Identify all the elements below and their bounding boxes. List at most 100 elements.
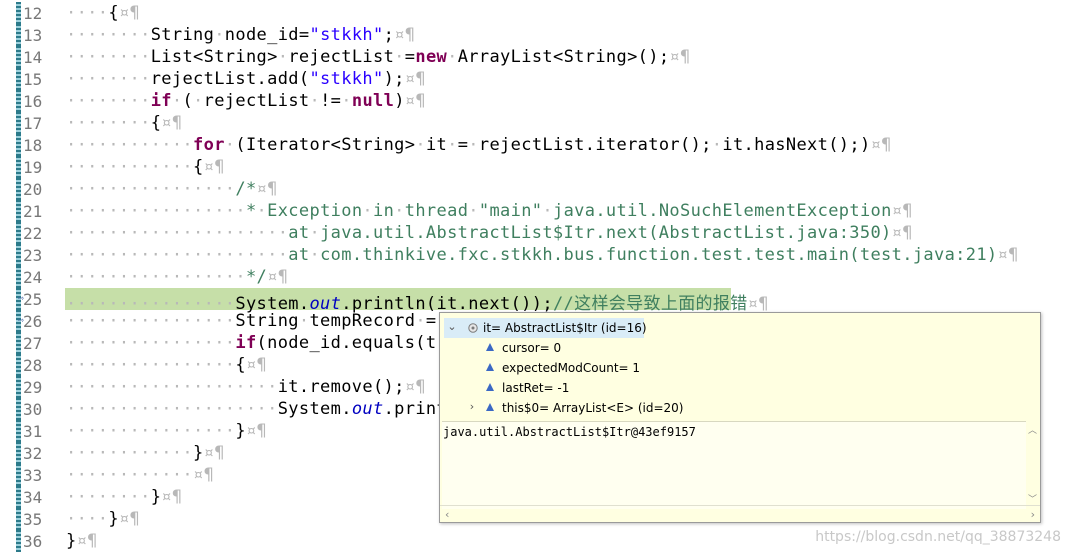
line-number: 21 [23,202,43,221]
line-number: 32 [23,444,43,463]
code-text[interactable]: ········{¤¶ [66,113,182,133]
code-text[interactable]: }¤¶ [66,531,98,551]
gutter-marker [16,244,21,266]
gutter-marker [16,156,21,178]
horizontal-scrollbar[interactable]: ‹ › [440,505,1040,522]
scroll-right-icon[interactable]: › [1031,508,1035,521]
variable-tree[interactable]: ⌄ it= AbstractList$Itr (id=16) cursor= 0… [440,313,1040,421]
line-number: 22 [23,224,43,243]
scroll-up-icon[interactable]: ︿ [1028,423,1037,436]
debug-hover-popup[interactable]: ⌄ it= AbstractList$Itr (id=16) cursor= 0… [439,312,1041,523]
code-text[interactable]: ················if(node_id.equals(t [66,333,436,353]
scroll-left-icon[interactable]: ‹ [445,508,449,521]
detail-pane[interactable]: java.util.AbstractList$Itr@43ef9157 [442,421,1026,509]
gutter-marker [16,508,21,530]
line-number: 14 [23,48,43,67]
line-number: 30 [23,400,43,419]
tree-field-label: cursor= 0 [502,341,562,355]
line-number: 33 [23,466,43,485]
scroll-down-icon[interactable]: ﹀ [1028,492,1037,505]
code-text[interactable]: ····{¤¶ [66,3,140,23]
gutter-marker [16,332,21,354]
line-number: 25 [23,290,43,309]
line-number: 15 [23,70,43,89]
gutter-marker [16,68,21,90]
code-line[interactable]: ⇨ 25 ················System.out.println(it… [0,288,1071,314]
code-text[interactable]: ········rejectList.add("stkkh");¤¶ [66,69,426,89]
tree-field-row[interactable]: › this$0= ArrayList<E> (id=20) [444,398,744,418]
field-triangle-icon [486,363,494,371]
tree-field-row[interactable]: lastRet= -1 [444,378,744,398]
code-text[interactable]: ············}¤¶ [66,443,225,463]
code-text[interactable]: ····················it.remove();¤¶ [66,377,426,397]
code-text[interactable]: ················/*¤¶ [66,179,278,199]
code-text[interactable]: ················String·tempRecord·= [66,311,437,331]
line-number: 16 [23,92,43,111]
line-number: 23 [23,246,43,265]
code-text[interactable]: ········if·(·rejectList·!=·null)¤¶ [66,91,426,111]
code-text[interactable]: ····}¤¶ [66,509,140,529]
gutter-marker [16,442,21,464]
line-number: 17 [23,114,43,133]
code-line[interactable]: 13 ········String·node_id="stkkh";¤¶ [0,24,1071,46]
field-triangle-icon [486,403,494,411]
code-text[interactable]: ·················*·Exception·in·thread·"… [66,201,913,221]
code-line[interactable]: 21 ·················*·Exception·in·thread… [0,200,1071,222]
code-text[interactable]: ········List<String>·rejectList·=new·Arr… [66,47,691,67]
code-text[interactable]: ············for·(Iterator<String>·it·=·r… [66,135,892,155]
line-number: 19 [23,158,43,177]
field-triangle-icon [486,383,494,391]
code-line[interactable]: 22 ·····················at·java.util.Abst… [0,222,1071,244]
line-number: 27 [23,334,43,353]
code-text[interactable]: ············{¤¶ [66,157,225,177]
chevron-down-icon[interactable]: ⌄ [446,321,458,333]
field-triangle-icon [486,343,494,351]
code-text[interactable]: ········String·node_id="stkkh";¤¶ [66,25,415,45]
code-line[interactable]: 20 ················/*¤¶ [0,178,1071,200]
gutter-marker [16,376,21,398]
gutter-marker [16,112,21,134]
tree-root-row[interactable]: ⌄ it= AbstractList$Itr (id=16) [444,318,647,338]
gutter-marker [16,354,21,376]
line-number: 26 [23,312,43,331]
code-text[interactable]: ·················*/¤¶ [66,267,288,287]
code-line[interactable]: 17 ········{¤¶ [0,112,1071,134]
gutter-marker [16,464,21,486]
gutter-marker [16,24,21,46]
detail-value: java.util.AbstractList$Itr@43ef9157 [443,425,696,439]
code-line[interactable]: 23 ·····················at·com.thinkive.f… [0,244,1071,266]
gutter-marker [16,134,21,156]
code-text[interactable]: ················{¤¶ [66,355,267,375]
line-number: 29 [23,378,43,397]
field-object-icon [468,322,478,333]
line-number: 24 [23,268,43,287]
gutter-marker [16,398,21,420]
code-line[interactable]: 24 ·················*/¤¶ [0,266,1071,288]
line-number: 35 [23,510,43,529]
gutter-marker [16,200,21,222]
tree-field-row[interactable]: expectedModCount= 1 [444,358,744,378]
code-line[interactable]: 15 ········rejectList.add("stkkh");¤¶ [0,68,1071,90]
line-number: 31 [23,422,43,441]
code-text[interactable]: ····················System.out.print [66,399,447,419]
line-number: 36 [23,532,43,551]
code-text[interactable]: ·····················at·java.util.Abstra… [66,223,913,243]
code-line[interactable]: 18 ············for·(Iterator<String>·it·=… [0,134,1071,156]
code-line[interactable]: 14 ········List<String>·rejectList·=new·A… [0,46,1071,68]
code-line[interactable]: 16 ········if·(·rejectList·!=·null)¤¶ [0,90,1071,112]
code-text[interactable]: ·····················at·com.thinkive.fxc… [66,245,1019,265]
tree-field-row[interactable]: cursor= 0 [444,338,744,358]
line-number: 28 [23,356,43,375]
code-text[interactable]: ········}¤¶ [66,487,182,507]
line-number: 34 [23,488,43,507]
gutter-marker [16,530,21,552]
tree-root-label: it= AbstractList$Itr (id=16) [483,321,647,335]
detail-vertical-scrollbar[interactable]: ︿ ﹀ [1026,423,1038,505]
code-text[interactable]: ················}¤¶ [66,421,267,441]
code-text[interactable]: ············¤¶ [66,465,214,485]
tree-field-label: expectedModCount= 1 [502,361,641,375]
chevron-right-icon[interactable]: › [466,401,478,413]
code-line[interactable]: 19 ············{¤¶ [0,156,1071,178]
code-line[interactable]: 12 ····{¤¶ [0,2,1071,24]
gutter-marker [16,486,21,508]
